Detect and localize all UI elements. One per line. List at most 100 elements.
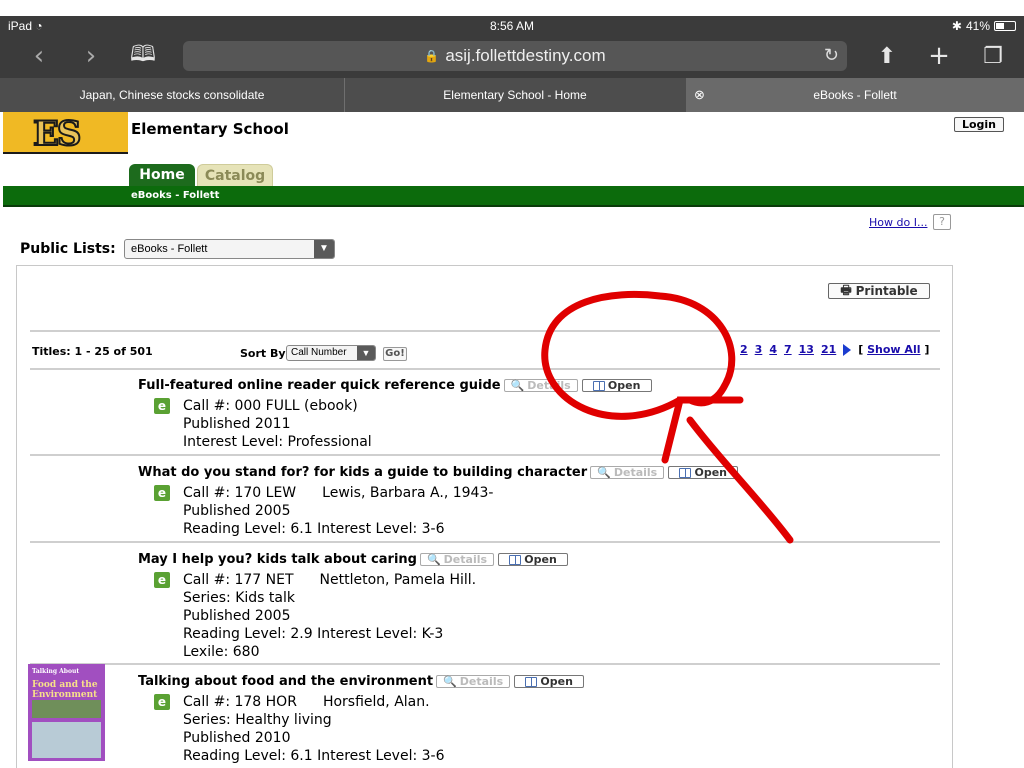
school-logo[interactable]: ES bbox=[3, 112, 128, 155]
printable-button[interactable]: 🖶 Printable bbox=[828, 283, 930, 299]
record-detail: Published 2010 bbox=[183, 730, 291, 746]
record-detail: Published 2005 bbox=[183, 608, 291, 624]
record-title[interactable]: What do you stand for? for kids a guide … bbox=[138, 465, 587, 480]
open-label: Open bbox=[524, 553, 557, 566]
public-lists-value: eBooks - Follett bbox=[131, 243, 208, 255]
page-link[interactable]: 4 bbox=[769, 343, 777, 356]
ebook-icon: e bbox=[154, 694, 170, 710]
tab-ebooks-follett[interactable]: ⊗ eBooks - Follett bbox=[686, 78, 1024, 112]
help-icon[interactable]: ? bbox=[933, 214, 951, 230]
details-label: Details bbox=[459, 675, 504, 688]
divider bbox=[30, 541, 940, 543]
open-button[interactable]: Open bbox=[581, 379, 652, 392]
divider bbox=[30, 454, 940, 456]
battery-percent: 41% bbox=[965, 19, 990, 33]
record-title[interactable]: May I help you? kids talk about caring bbox=[138, 552, 417, 567]
sort-select-value: Call Number bbox=[291, 347, 347, 358]
magnifier-icon: 🔍 bbox=[443, 675, 457, 688]
record-detail: Reading Level: 6.1 Interest Level: 3-6 bbox=[183, 521, 445, 537]
open-button[interactable]: Open bbox=[668, 466, 739, 479]
details-button[interactable]: 🔍 Details bbox=[503, 379, 578, 392]
ebook-icon: e bbox=[154, 398, 170, 414]
tab-japan-stocks[interactable]: Japan, Chinese stocks consolidate bbox=[0, 78, 344, 112]
pagination: 2 3 4 7 13 21 [ Show All ] bbox=[740, 343, 929, 356]
tabs-icon[interactable]: ❐ bbox=[976, 41, 1010, 71]
record-detail: Reading Level: 6.1 Interest Level: 3-6 bbox=[183, 748, 445, 764]
details-label: Details bbox=[443, 553, 488, 566]
details-button[interactable]: 🔍 Details bbox=[436, 675, 511, 688]
nav-bar: eBooks - Follett bbox=[3, 186, 1024, 207]
magnifier-icon: 🔍 bbox=[597, 466, 611, 479]
record-detail: Series: Healthy living bbox=[183, 712, 332, 728]
record-detail: Lexile: 680 bbox=[183, 644, 260, 660]
tab-home[interactable]: Home bbox=[129, 164, 195, 186]
open-label: Open bbox=[694, 466, 727, 479]
page-link[interactable]: 7 bbox=[784, 343, 792, 356]
show-all-bracket: ] bbox=[924, 343, 930, 356]
bookmarks-book-icon[interactable]: 🕮 bbox=[126, 41, 160, 71]
open-button[interactable]: Open bbox=[498, 553, 569, 566]
login-button[interactable]: Login bbox=[954, 117, 1004, 132]
public-lists-select[interactable]: eBooks - Follett ▼ bbox=[124, 239, 335, 259]
book-cover[interactable]: Talking About Food and the Environment bbox=[28, 664, 105, 761]
battery-icon bbox=[994, 21, 1016, 31]
go-button[interactable]: Go! bbox=[383, 347, 407, 361]
details-button[interactable]: 🔍 Details bbox=[590, 466, 665, 479]
clock: 8:56 AM bbox=[489, 19, 535, 33]
record-detail: Interest Level: Professional bbox=[183, 434, 372, 450]
cover-title-text: Food and the Environment bbox=[32, 680, 98, 700]
open-label: Open bbox=[607, 379, 641, 392]
open-button[interactable]: Open bbox=[514, 675, 585, 688]
forward-chevron-icon[interactable]: › bbox=[74, 41, 108, 71]
printer-icon: 🖶 bbox=[840, 282, 852, 297]
page-link[interactable]: 2 bbox=[740, 343, 748, 356]
page-link[interactable]: 3 bbox=[755, 343, 763, 356]
next-arrow-icon[interactable] bbox=[843, 343, 852, 356]
sort-select[interactable]: Call Number ▼ bbox=[286, 345, 376, 361]
record-title[interactable]: Talking about food and the environment bbox=[138, 674, 433, 689]
show-all-bracket: [ bbox=[858, 343, 864, 356]
close-circle-icon[interactable]: ⊗ bbox=[694, 87, 705, 103]
show-all-link[interactable]: Show All bbox=[867, 343, 920, 356]
plus-icon[interactable]: + bbox=[922, 41, 956, 71]
public-lists-label: Public Lists: bbox=[20, 241, 116, 257]
sort-by-label: Sort By bbox=[240, 347, 286, 360]
printable-label: Printable bbox=[855, 284, 918, 298]
record-detail: Published 2005 bbox=[183, 503, 291, 519]
tab-elementary-home[interactable]: Elementary School - Home bbox=[345, 78, 685, 112]
tab-strip: Japan, Chinese stocks consolidate Elemen… bbox=[0, 78, 1024, 112]
page-link[interactable]: 21 bbox=[821, 343, 836, 356]
page-link[interactable]: 13 bbox=[799, 343, 814, 356]
divider bbox=[30, 330, 940, 332]
record-detail: Reading Level: 2.9 Interest Level: K-3 bbox=[183, 626, 444, 642]
cover-photo bbox=[32, 722, 101, 758]
author[interactable]: Lewis, Barbara A., 1943- bbox=[322, 484, 493, 502]
call-number: Call #: 178 HOR bbox=[183, 694, 297, 710]
author[interactable]: Nettleton, Pamela Hill. bbox=[320, 571, 477, 589]
reload-icon[interactable]: ↻ bbox=[824, 45, 839, 66]
status-bar: iPad ◔ 8:56 AM ✱ 41% bbox=[0, 16, 1024, 36]
site-title: Elementary School bbox=[131, 120, 289, 138]
author[interactable]: Horsfield, Alan. bbox=[323, 693, 430, 711]
details-button[interactable]: 🔍 Details bbox=[419, 553, 495, 566]
ebook-icon: e bbox=[154, 485, 170, 501]
divider bbox=[30, 368, 940, 370]
record-title[interactable]: Full-featured online reader quick refere… bbox=[138, 378, 501, 393]
how-do-i-link[interactable]: How do I... bbox=[869, 216, 927, 229]
back-chevron-icon[interactable]: ‹ bbox=[22, 41, 56, 71]
address-bar[interactable]: 🔒 asij.follettdestiny.com ↻ bbox=[183, 41, 847, 71]
magnifier-icon: 🔍 bbox=[510, 379, 525, 392]
details-label: Details bbox=[527, 379, 571, 392]
divider bbox=[30, 663, 940, 665]
dropdown-arrow-icon: ▼ bbox=[357, 346, 375, 360]
cover-photo bbox=[32, 700, 101, 718]
url-text: asij.follettdestiny.com bbox=[445, 46, 606, 65]
tab-catalog[interactable]: Catalog bbox=[197, 164, 273, 186]
logo-text: ES bbox=[32, 113, 83, 155]
call-number: Call #: 177 NET bbox=[183, 572, 294, 588]
breadcrumb: eBooks - Follett bbox=[131, 190, 220, 201]
details-label: Details bbox=[613, 466, 658, 479]
call-number: Call #: 170 LEW bbox=[183, 485, 297, 501]
magnifier-icon: 🔍 bbox=[426, 553, 441, 566]
share-icon[interactable]: ⬆ bbox=[870, 41, 904, 71]
